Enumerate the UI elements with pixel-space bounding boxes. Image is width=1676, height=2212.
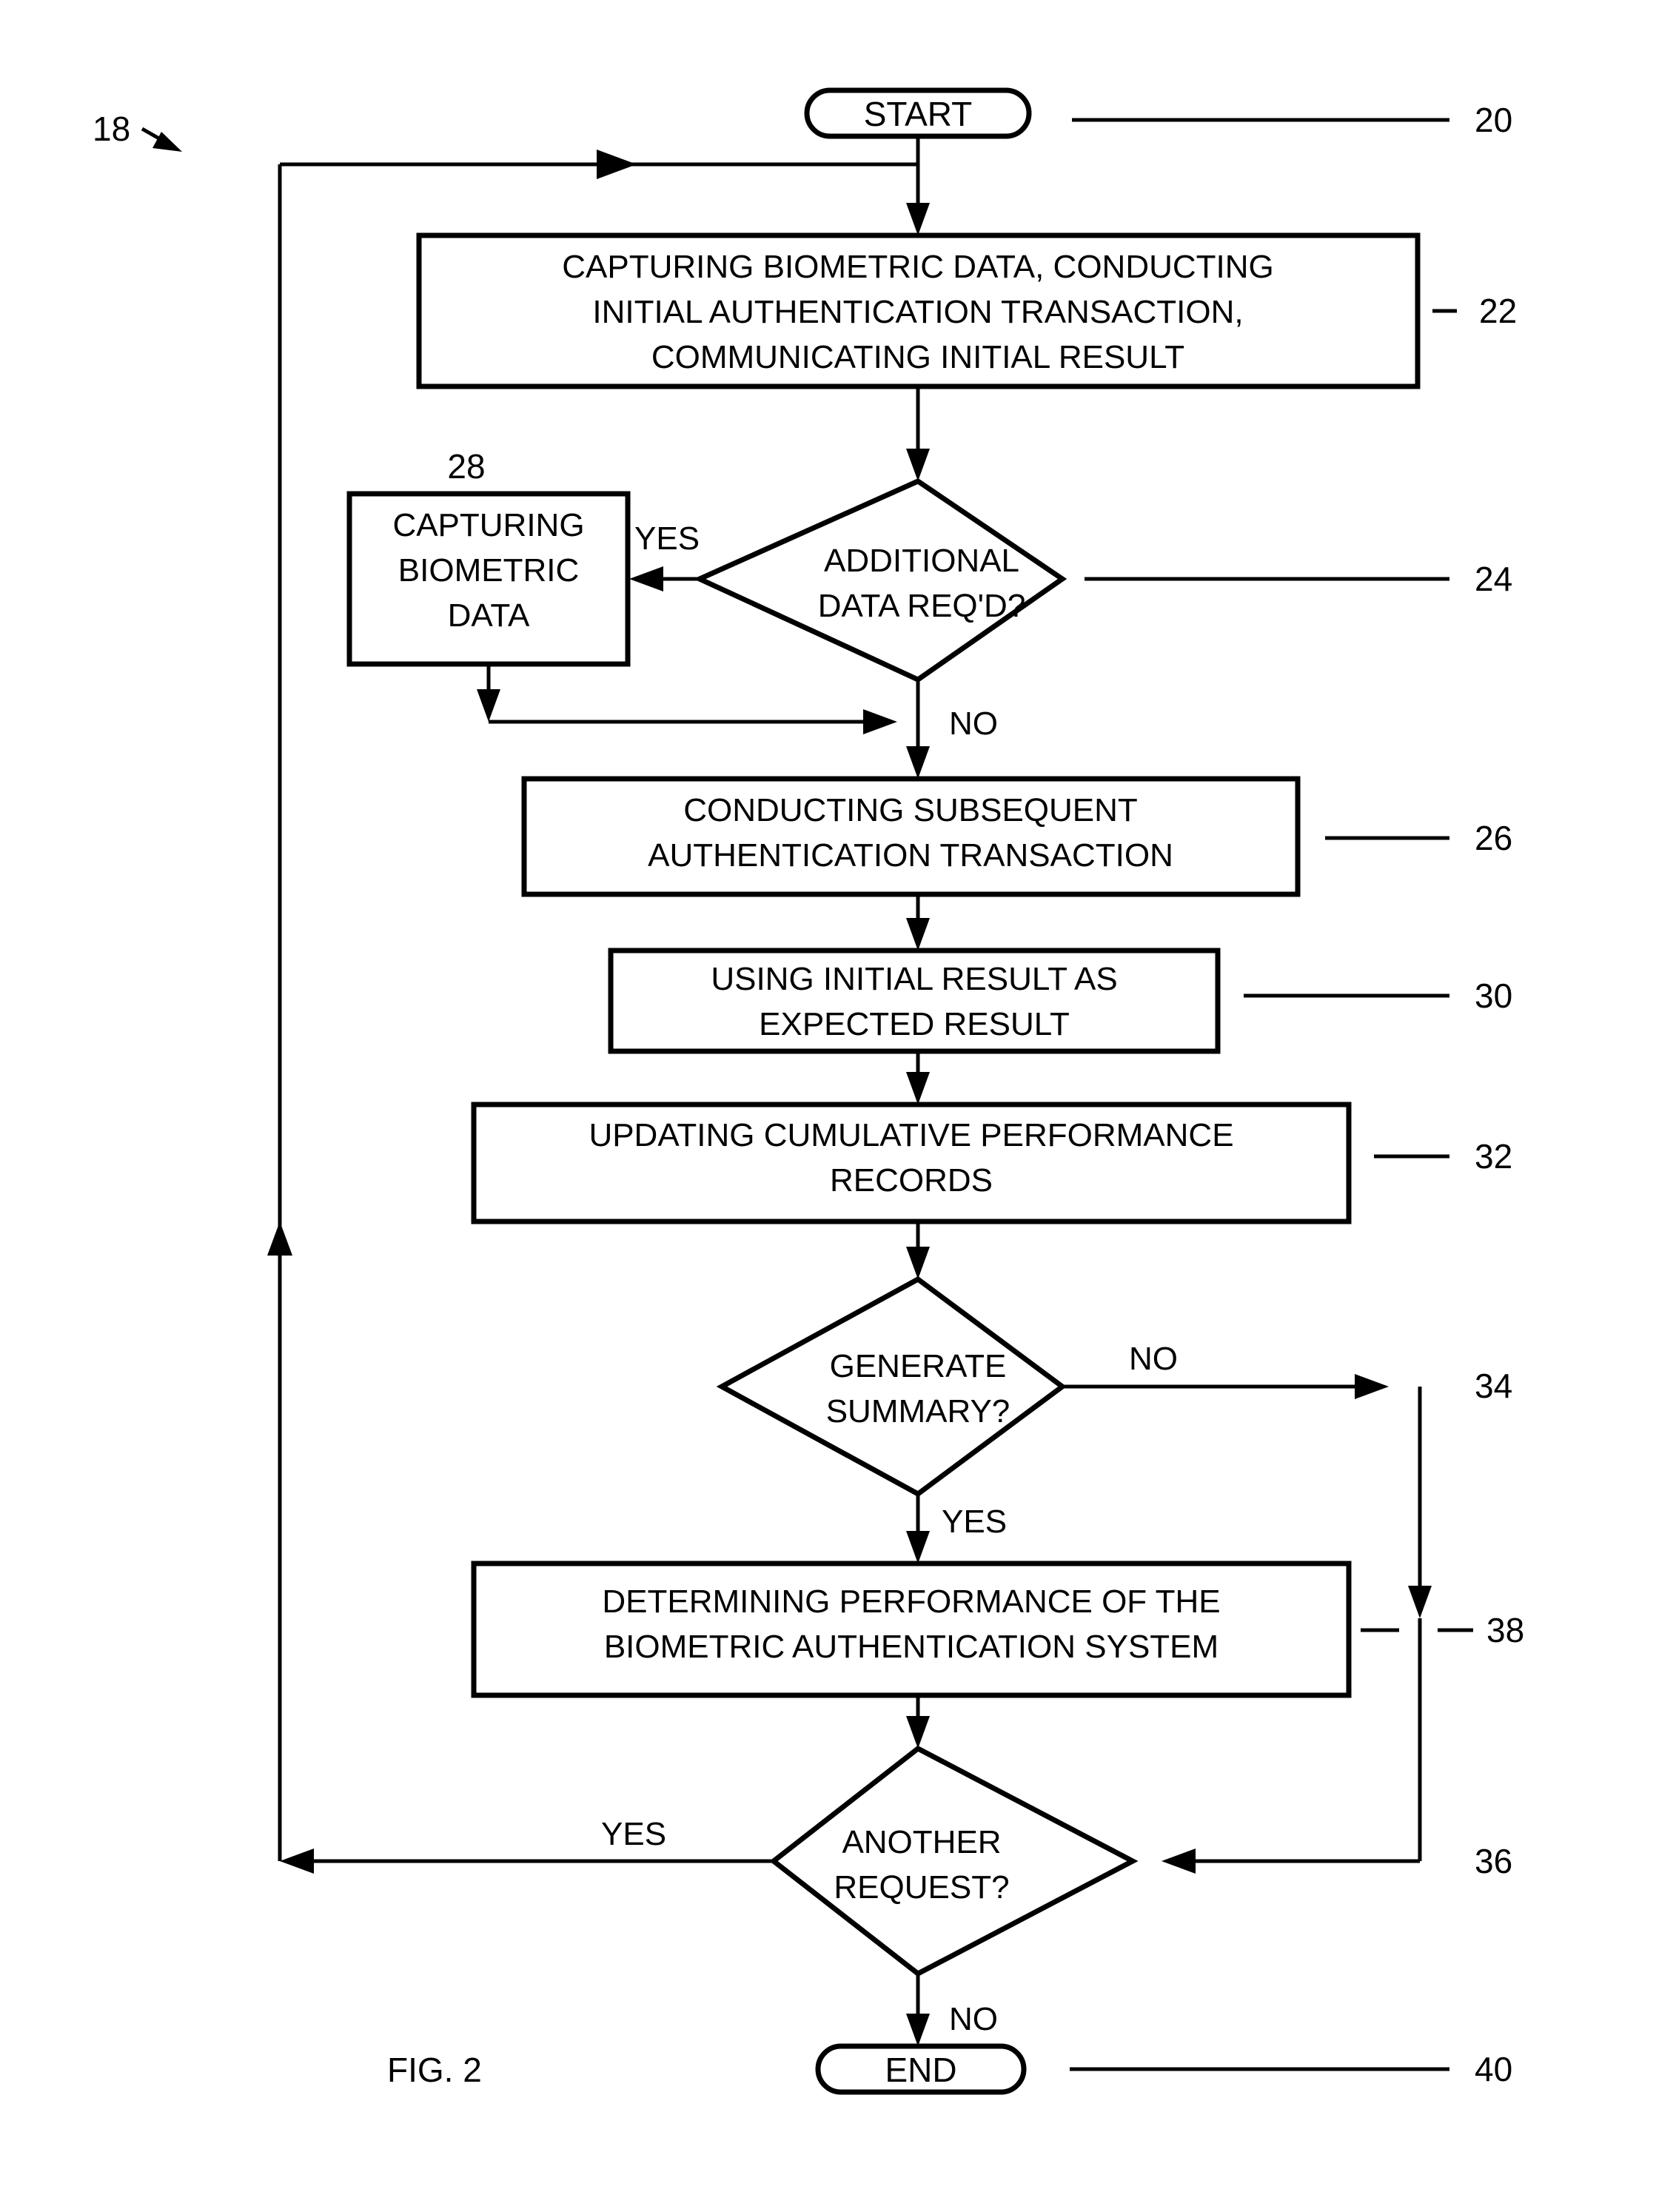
ref-18-label: 18 [93,110,130,148]
box-capture-initial-line-2: INITIAL AUTHENTICATION TRANSACTION, [592,294,1243,330]
decision-another-request: ANOTHER REQUEST? [769,1745,1139,1977]
box-expected-result-line-1: USING INITIAL RESULT AS [711,961,1117,997]
box-capturing-biometric-data-line-3: DATA [448,597,530,634]
decision-another-request-line-1: ANOTHER [842,1824,1001,1860]
ref-38-determining-performance: 38 [1361,1611,1524,1649]
patent-figure-2: START CAPTURING BIOMETRIC DATA, CONDUCTI… [0,0,1676,2212]
ref-22-label: 22 [1479,292,1517,330]
ref-36-label: 36 [1475,1842,1512,1880]
box-updating-records-line-1: UPDATING CUMULATIVE PERFORMANCE [589,1117,1233,1153]
box-determining-performance: DETERMINING PERFORMANCE OF THE BIOMETRIC… [471,1561,1352,1698]
connector-decision24-no-to-box26 [906,680,930,779]
decision-additional-data: ADDITIONAL DATA REQ'D? [693,478,1067,683]
branch-label-summary-no: NO [1129,1341,1178,1377]
box-capturing-biometric-data: CAPTURING BIOMETRIC DATA [346,491,631,667]
figure-caption: FIG. 2 [387,2051,482,2089]
decision-generate-summary: GENERATE SUMMARY? [716,1276,1067,1498]
branch-label-summary-yes: YES [942,1504,1007,1540]
decision-generate-summary-line-1: GENERATE [830,1348,1007,1384]
decision-generate-summary-line-2: SUMMARY? [826,1393,1010,1430]
connector-decision36-no-to-end [906,1974,930,2046]
connector-box30-to-box32 [906,1051,930,1105]
ref-40-end: 40 [1070,2050,1512,2088]
box-expected-result-line-2: EXPECTED RESULT [759,1006,1070,1042]
decision-another-request-line-2: REQUEST? [834,1869,1009,1906]
ref-32-label: 32 [1475,1137,1512,1176]
ref-26-subsequent: 26 [1325,819,1512,857]
ref-20-label: 20 [1475,101,1512,139]
connector-decision34-yes-to-box38 [906,1494,930,1564]
connector-box28-merge [477,664,897,734]
connector-start-to-box22 [906,135,930,235]
ref-28-label: 28 [447,447,485,486]
ref-24-additional-decision: 24 [1085,560,1512,598]
end-node: END [815,2043,1027,2095]
box-updating-records: UPDATING CUMULATIVE PERFORMANCE RECORDS [471,1102,1352,1224]
branch-label-additional-yes: YES [634,520,700,557]
box-capture-initial-line-3: COMMUNICATING INITIAL RESULT [651,339,1184,375]
flowchart-canvas: START CAPTURING BIOMETRIC DATA, CONDUCTI… [93,87,1524,2095]
box-capture-initial-line-1: CAPTURING BIOMETRIC DATA, CONDUCTING [562,249,1274,285]
ref-24-label: 24 [1475,560,1512,598]
ref-40-label: 40 [1475,2050,1512,2088]
box-updating-records-line-2: RECORDS [830,1162,993,1199]
box-capture-initial: CAPTURING BIOMETRIC DATA, CONDUCTING INI… [416,232,1421,389]
ref-30-expected-result: 30 [1244,976,1512,1015]
ref-38-label: 38 [1486,1611,1524,1649]
ref-34-label: 34 [1475,1367,1512,1405]
box-capturing-biometric-data-line-1: CAPTURING [392,507,584,543]
branch-label-request-yes: YES [601,1816,666,1852]
start-node-label: START [864,95,973,133]
ref-20-start: 20 [1072,101,1512,139]
ref-32-updating: 32 [1374,1137,1512,1176]
box-capturing-biometric-data-line-2: BIOMETRIC [398,552,579,589]
decision-additional-data-line-2: DATA REQ'D? [818,588,1026,624]
connector-box26-to-box30 [906,894,930,951]
box-subsequent-transaction-line-1: CONDUCTING SUBSEQUENT [683,792,1138,828]
start-node: START [804,87,1032,139]
ref-34-generate-summary: 34 [1475,1367,1512,1405]
ref-30-label: 30 [1475,976,1512,1015]
box-subsequent-transaction-line-2: AUTHENTICATION TRANSACTION [648,837,1173,874]
box-determining-performance-line-2: BIOMETRIC AUTHENTICATION SYSTEM [604,1629,1219,1665]
connector-box32-to-decision34 [906,1221,930,1279]
branch-label-request-no: NO [949,2001,998,2037]
end-node-label: END [885,2051,956,2089]
connector-decision24-yes-to-box28 [629,566,700,591]
ref-28-capturing-box: 28 [447,447,485,486]
box-determining-performance-line-1: DETERMINING PERFORMANCE OF THE [602,1583,1220,1620]
ref-26-label: 26 [1475,819,1512,857]
decision-additional-data-line-1: ADDITIONAL [824,543,1019,579]
branch-label-additional-no: NO [949,706,998,742]
ref-18-system: 18 [93,110,182,152]
ref-22-capture-initial: 22 [1432,292,1517,330]
ref-36-another-request: 36 [1475,1842,1512,1880]
box-expected-result: USING INITIAL RESULT AS EXPECTED RESULT [608,948,1221,1054]
connector-box38-to-decision36 [906,1695,930,1749]
connector-box22-to-decision24 [906,386,930,481]
box-subsequent-transaction: CONDUCTING SUBSEQUENT AUTHENTICATION TRA… [521,776,1301,897]
